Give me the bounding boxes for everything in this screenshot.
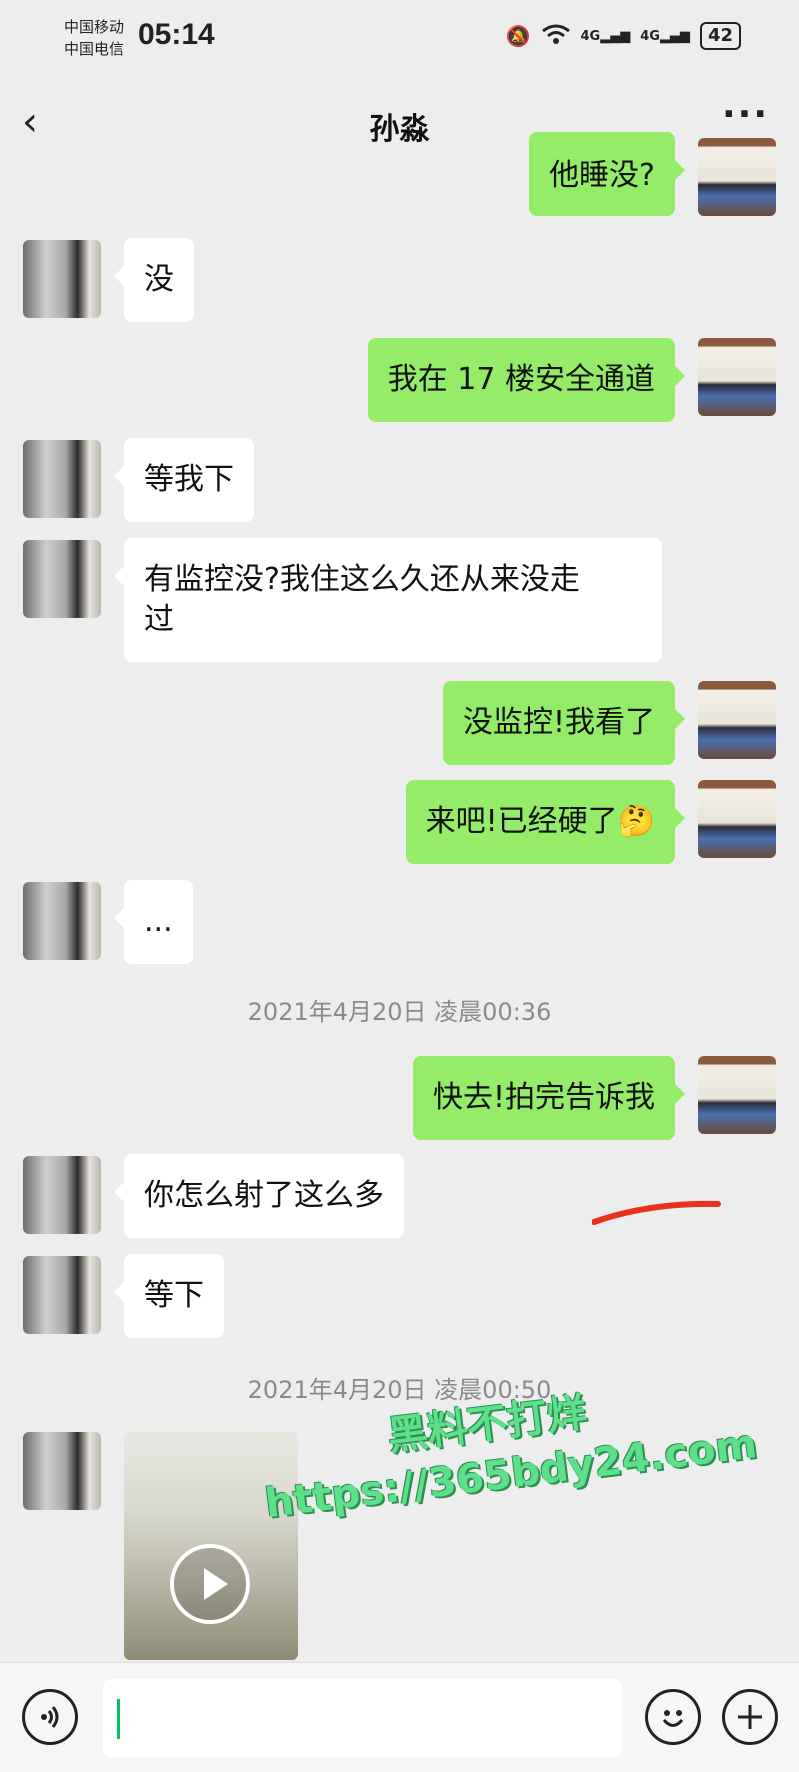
carrier-2: 中国电信 [64,40,125,58]
plus-icon[interactable] [722,1689,778,1745]
signal-1-icon: 4G▂▄▆ [580,28,631,44]
carrier-1: 中国移动 [64,18,125,36]
avatar-contact[interactable] [23,1256,101,1334]
message-outgoing[interactable]: 他睡没? [529,132,685,216]
avatar-contact[interactable] [23,1432,101,1510]
chat-timestamp: 2021年4月20日 凌晨00:36 [247,998,552,1026]
avatar-contact[interactable] [23,540,101,618]
red-annotation-stroke [592,1200,721,1225]
chat-title: 孙淼 [369,112,430,147]
more-options-icon[interactable]: ··· [722,94,769,135]
emoji-icon[interactable] [645,1689,701,1745]
message-incoming[interactable]: 等下 [114,1254,224,1338]
avatar-contact[interactable] [23,882,101,960]
avatar-self[interactable] [698,780,776,858]
message-text: 他睡没? [549,158,655,193]
message-input-bar [0,1662,799,1772]
message-outgoing[interactable]: 我在 17 楼安全通道 [367,338,686,422]
message-text: 来吧!已经硬了 [425,804,618,839]
message-incoming[interactable]: 有监控没?我住这么久还从来没走 过 [114,538,662,662]
message-outgoing[interactable]: 来吧!已经硬了🤔 [405,780,686,864]
message-outgoing[interactable]: 快去!拍完告诉我 [412,1056,686,1140]
avatar-self[interactable] [698,338,776,416]
message-text: 等下 [144,1278,204,1313]
message-text: 没监控!我看了 [462,705,655,740]
message-text: 没 [144,262,174,297]
message-text-line-2: 过 [144,602,174,637]
message-outgoing[interactable]: 没监控!我看了 [442,681,686,765]
message-text: 我在 17 楼安全通道 [387,362,655,397]
status-bar: 中国移动 中国电信 05:14 🔕 4G▂▄▆ 4G▂▄▆ 42 [0,0,799,80]
play-icon[interactable] [170,1544,250,1624]
status-time: 05:14 [138,18,215,51]
message-incoming[interactable]: 没 [114,238,194,322]
message-text-input[interactable] [103,1679,622,1757]
thinking-emoji-icon: 🤔 [617,804,655,839]
text-cursor [117,1699,120,1739]
battery-indicator: 42 [699,22,741,50]
avatar-contact[interactable] [23,440,101,518]
message-text: 等我下 [144,462,234,497]
avatar-contact[interactable] [23,240,101,318]
message-incoming[interactable]: 等我下 [114,438,254,522]
voice-input-icon[interactable] [22,1689,78,1745]
signal-2-icon: 4G▂▄▆ [640,28,690,44]
wifi-icon [541,23,571,50]
mute-bell-icon: 🔕 [505,24,531,48]
chat-header: ‹ 孙淼 ··· [0,80,799,164]
message-text-line-1: 有监控没?我住这么久还从来没走 [144,562,580,597]
message-incoming[interactable]: ... [114,880,193,964]
message-incoming[interactable]: 你怎么射了这么多 [114,1154,404,1238]
avatar-contact[interactable] [23,1156,101,1234]
message-text: 你怎么射了这么多 [144,1178,384,1213]
avatar-self[interactable] [698,138,776,216]
message-text: ... [144,904,173,939]
carrier-names: 中国移动 中国电信 [64,16,124,60]
status-icons: 🔕 4G▂▄▆ 4G▂▄▆ 42 [506,22,741,50]
message-text: 快去!拍完告诉我 [432,1080,655,1115]
avatar-self[interactable] [698,681,776,759]
avatar-self[interactable] [698,1056,776,1134]
